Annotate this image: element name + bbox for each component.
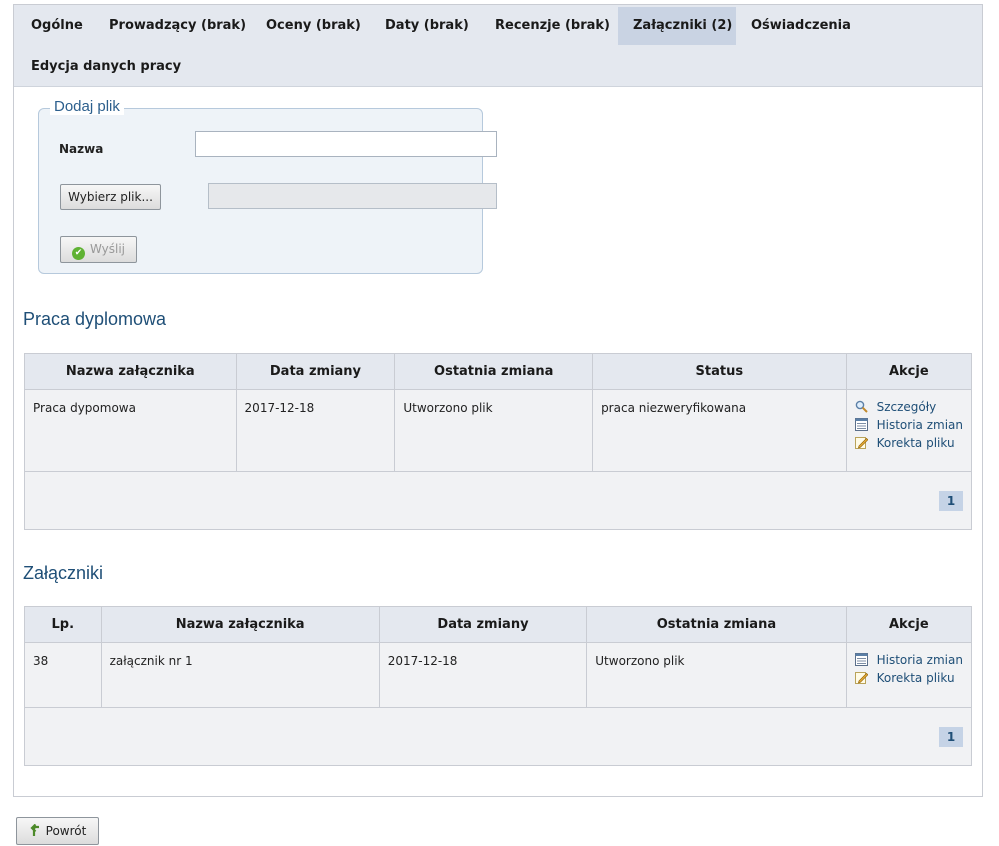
check-circle-icon: ✔ [71,247,85,260]
column-header: Lp. [24,606,102,643]
tab-edit-thesis-data[interactable]: Edycja danych pracy [16,48,196,86]
tab-attachments[interactable]: Załączniki (2) [618,7,736,45]
tab-general[interactable]: Ogólne [16,7,98,45]
actions-cell: Historia zmian Korekta pliku [845,642,973,708]
history-list-icon [854,418,868,431]
pagination: 1 [24,471,972,530]
attachments-table: Lp. Nazwa załącznika Data zmiany Ostatni… [24,606,973,766]
last-change-cell: Utworzono plik [586,642,847,708]
table-row: 38 załącznik nr 1 2017-12-18 Utworzono p… [24,642,973,708]
column-header: Data zmiany [235,353,396,390]
name-label: Nazwa [59,142,104,156]
tab-bar: Ogólne Prowadzący (brak) Oceny (brak) Da… [14,5,982,87]
tab-grades[interactable]: Oceny (brak) [251,7,376,45]
send-button[interactable]: ✔ Wyślij [60,236,137,263]
change-date-cell: 2017-12-18 [235,389,396,472]
column-header: Nazwa załącznika [24,353,237,390]
last-change-cell: Utworzono plik [394,389,594,472]
pagination: 1 [24,707,972,766]
table-header-row: Lp. Nazwa załącznika Data zmiany Ostatni… [24,606,973,643]
file-correction-link[interactable]: Korekta pliku [854,669,963,687]
column-header: Akcje [845,606,973,643]
status-cell: praca niezweryfikowana [592,389,847,472]
page-number-button[interactable]: 1 [939,726,963,747]
page-number-button[interactable]: 1 [939,490,963,511]
actions-cell: Szczegóły Historia zmian Korekta pliku [845,389,973,472]
attachments-section-title: Załączniki [23,563,104,583]
column-header: Akcje [845,353,973,390]
details-link[interactable]: Szczegóły [855,398,963,416]
table-footer-row: 1 [24,707,972,766]
choose-file-button[interactable]: Wybierz plik... [60,184,161,210]
table-row: Praca dypomowa 2017-12-18 Utworzono plik… [24,389,973,472]
tab-supervisors[interactable]: Prowadzący (brak) [94,7,261,45]
back-button-label: Powrót [45,824,87,838]
column-header: Status [592,353,847,390]
pencil-edit-icon [854,672,868,684]
table-header-row: Nazwa załącznika Data zmiany Ostatnia zm… [24,353,973,390]
add-file-fieldset: Dodaj plik Nazwa Wybierz plik... ✔ Wyślij [38,98,497,274]
column-header: Ostatnia zmiana [586,606,847,643]
return-arrow-icon [30,823,39,836]
name-input[interactable] [195,131,497,157]
tab-dates[interactable]: Daty (brak) [370,7,484,45]
change-history-link[interactable]: Historia zmian [854,651,963,669]
lp-cell: 38 [24,642,102,708]
column-header: Data zmiany [378,606,588,643]
pencil-edit-icon [854,437,868,449]
column-header: Nazwa załącznika [100,606,380,643]
thesis-table: Nazwa załącznika Data zmiany Ostatnia zm… [24,353,973,530]
add-file-legend: Dodaj plik [50,98,124,115]
history-list-icon [854,653,868,666]
tab-statements[interactable]: Oświadczenia [736,7,866,45]
selected-file-display [208,183,497,209]
send-button-label: Wyślij [89,242,125,256]
attachment-name-cell: załącznik nr 1 [100,642,380,708]
back-button[interactable]: Powrót [16,817,99,845]
table-footer-row: 1 [24,471,972,530]
change-date-cell: 2017-12-18 [378,642,588,708]
change-history-link[interactable]: Historia zmian [854,416,963,434]
thesis-section-title: Praca dyplomowa [23,309,167,329]
tab-reviews[interactable]: Recenzje (brak) [480,7,625,45]
attachment-name-cell: Praca dypomowa [24,389,237,472]
magnifier-icon [855,400,868,413]
file-correction-link[interactable]: Korekta pliku [854,434,963,452]
column-header: Ostatnia zmiana [394,353,594,390]
